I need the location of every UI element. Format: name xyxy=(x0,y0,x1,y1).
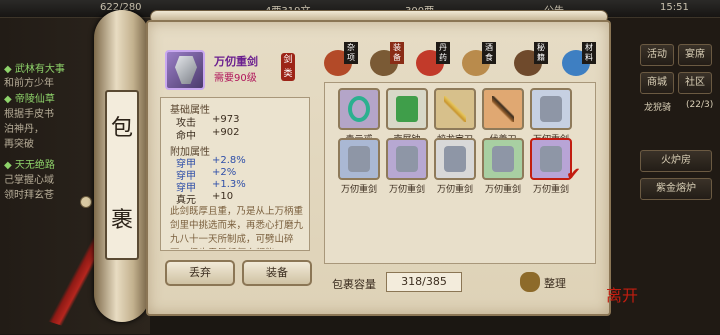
log-line: 根据手皮书 xyxy=(4,109,54,120)
sword-icon xyxy=(348,146,370,172)
exit-logo[interactable]: 离开 xyxy=(606,282,638,306)
discard-button[interactable]: 丢弃 xyxy=(165,260,235,286)
stat-value: +902 xyxy=(212,127,240,138)
category-badge: 剑类 xyxy=(281,53,295,81)
shop-button[interactable]: 商城 xyxy=(640,72,674,94)
stat-name: 真元 xyxy=(176,195,196,206)
tab-equipment[interactable]: 装备 xyxy=(370,42,404,78)
slot-label: 万仞重剑 xyxy=(340,185,377,195)
tab-manuals[interactable]: 秘籍 xyxy=(514,42,548,78)
bag-icon xyxy=(520,272,540,292)
item-requirement: 需要90级 xyxy=(214,73,257,84)
furnace-room-button[interactable]: 火炉房 xyxy=(640,150,712,172)
selected-item-icon xyxy=(165,50,205,90)
title-char: 裹 xyxy=(110,208,133,233)
organize-label: 整理 xyxy=(544,277,566,290)
bag-title-plaque: 包 裹 xyxy=(105,90,139,260)
log-line: 再突破 xyxy=(4,139,34,150)
community-button[interactable]: 社区 xyxy=(678,72,712,94)
tab-misc[interactable]: 杂项 xyxy=(324,42,358,78)
item-slot[interactable] xyxy=(434,138,476,180)
stat-name: 命中 xyxy=(176,131,196,142)
sword-icon xyxy=(175,56,197,84)
capacity-value: 318/385 xyxy=(386,272,462,292)
item-slot[interactable] xyxy=(530,88,572,130)
log-line: 和前方少年 xyxy=(4,78,54,89)
blade-icon xyxy=(492,96,514,122)
title-char: 包 xyxy=(110,116,133,141)
item-description: 此剑既厚且重，乃是从上万柄重剑里中挑选而来，再悉心打磨九九八十一天所制成，可劈山… xyxy=(170,206,304,249)
item-slot[interactable] xyxy=(482,138,524,180)
item-slot[interactable] xyxy=(338,138,380,180)
stat-value: +2.8% xyxy=(212,155,246,166)
log-line[interactable]: ◆ 武林有大事 xyxy=(4,60,104,75)
activity-button[interactable]: 活动 xyxy=(640,44,674,66)
clock: 15:51 xyxy=(660,2,689,13)
tab-materials[interactable]: 材料 xyxy=(562,42,596,78)
organize-button[interactable]: 整理 xyxy=(520,270,570,294)
item-slot[interactable] xyxy=(386,138,428,180)
capacity-label: 包裹容量 xyxy=(332,278,376,291)
sword-icon xyxy=(444,146,466,172)
slot-label: 万仞重剑 xyxy=(532,185,569,195)
knot-decoration xyxy=(80,196,92,208)
item-slot[interactable] xyxy=(482,88,524,130)
purple-furnace-button[interactable]: 紫金熔炉 xyxy=(640,178,712,200)
slot-label: 万仞重剑 xyxy=(436,185,473,195)
item-slot[interactable] xyxy=(386,88,428,130)
item-slot[interactable] xyxy=(434,88,476,130)
dragon-mount-count: (22/3) xyxy=(686,100,714,110)
equip-button[interactable]: 装备 xyxy=(242,260,312,286)
item-slot[interactable] xyxy=(338,88,380,130)
stat-value: +2% xyxy=(212,167,237,178)
tab-food[interactable]: 酒食 xyxy=(462,42,496,78)
sword-icon xyxy=(540,146,562,172)
blade-icon xyxy=(444,96,466,122)
stat-value: +1.3% xyxy=(212,179,246,190)
log-line[interactable]: ◆ 帝陵仙草 xyxy=(4,90,104,105)
dragon-mount-label: 龙猊骑 xyxy=(644,103,672,113)
sword-icon xyxy=(492,146,514,172)
item-name: 万仞重剑 xyxy=(214,55,258,68)
log-line: 己掌握心域 xyxy=(4,175,54,186)
stat-value: +10 xyxy=(212,191,234,202)
log-line: 泊神丹， xyxy=(4,124,44,135)
tab-pills[interactable]: 丹药 xyxy=(416,42,450,78)
log-line[interactable]: ◆ 天无绝路 xyxy=(4,156,104,171)
banquet-button[interactable]: 宴席 xyxy=(678,44,712,66)
slot-label: 万仞重剑 xyxy=(388,185,425,195)
ring-icon xyxy=(348,96,370,122)
slot-label: 万仞重剑 xyxy=(484,185,521,195)
bell-icon xyxy=(396,96,418,122)
stat-value: +973 xyxy=(212,114,240,125)
sword-icon xyxy=(396,146,418,172)
sword-icon xyxy=(540,96,562,122)
